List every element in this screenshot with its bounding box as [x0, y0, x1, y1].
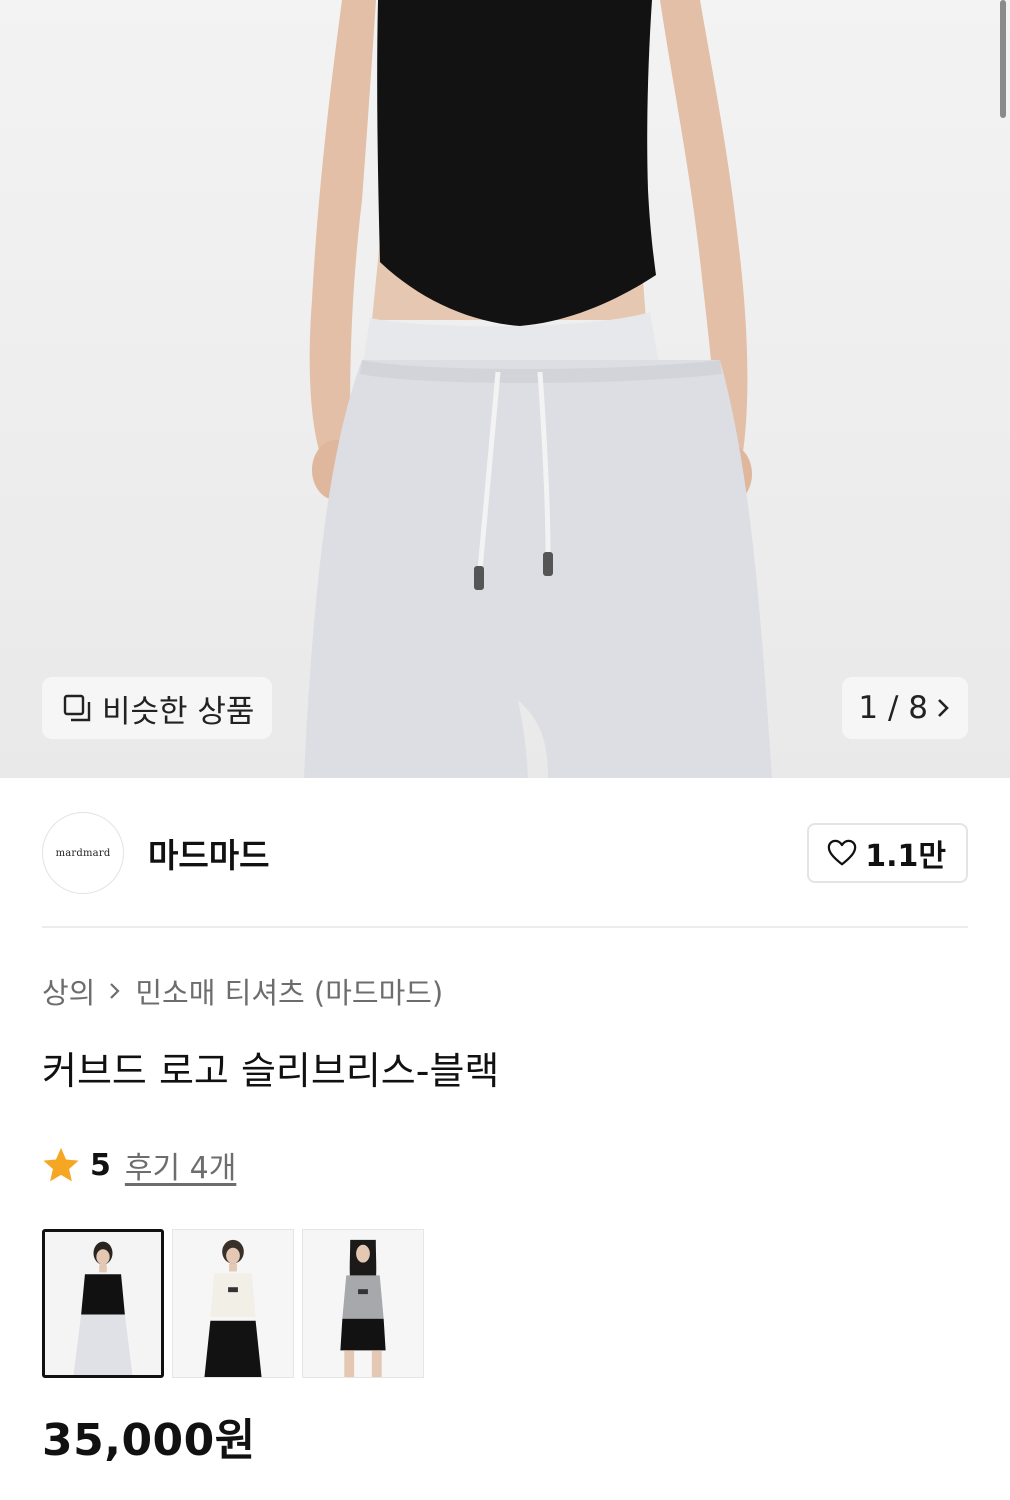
brand-row: mardmard 마드마드 1.1만	[42, 812, 968, 894]
rating-row: 5 후기 4개	[42, 1143, 236, 1187]
black-option-thumbnail	[45, 1232, 161, 1375]
gray-option-thumbnail	[303, 1230, 423, 1377]
color-options	[42, 1229, 424, 1378]
product-photo	[304, 0, 772, 778]
page-counter-text: 1 / 8	[858, 690, 928, 726]
breadcrumb: 상의 민소매 티셔츠 (마드마드)	[42, 970, 443, 1012]
chevron-right-icon	[110, 983, 120, 999]
brand-name[interactable]: 마드마드	[148, 829, 269, 877]
color-option-gray[interactable]	[302, 1229, 424, 1378]
product-image-carousel[interactable]: 비슷한 상품 1 / 8	[0, 0, 1010, 778]
star-icon	[43, 1147, 79, 1182]
review-count-link[interactable]: 후기 4개	[125, 1143, 236, 1187]
breadcrumb-category[interactable]: 상의	[42, 970, 95, 1012]
duplicate-icon	[63, 694, 91, 722]
scrollbar[interactable]	[1000, 0, 1006, 118]
product-title: 커브드 로고 슬리브리스-블랙	[42, 1049, 500, 1093]
heart-outline-icon	[828, 839, 857, 866]
color-option-black[interactable]	[42, 1229, 164, 1378]
brand-logo-text: mardmard	[55, 847, 111, 859]
rating-value: 5	[90, 1147, 111, 1183]
similar-products-button[interactable]: 비슷한 상품	[42, 677, 273, 739]
chevron-right-icon	[938, 699, 949, 717]
color-option-ivory[interactable]	[172, 1229, 294, 1378]
product-price: 35,000원	[42, 1415, 256, 1466]
divider	[42, 926, 968, 928]
ivory-option-thumbnail	[173, 1230, 293, 1377]
like-button[interactable]: 1.1만	[807, 823, 968, 883]
image-page-counter[interactable]: 1 / 8	[842, 677, 968, 739]
similar-products-label: 비슷한 상품	[102, 693, 255, 730]
brand-logo[interactable]: mardmard	[42, 812, 124, 894]
like-count: 1.1만	[865, 839, 946, 874]
breadcrumb-subcategory[interactable]: 민소매 티셔츠 (마드마드)	[135, 970, 443, 1012]
